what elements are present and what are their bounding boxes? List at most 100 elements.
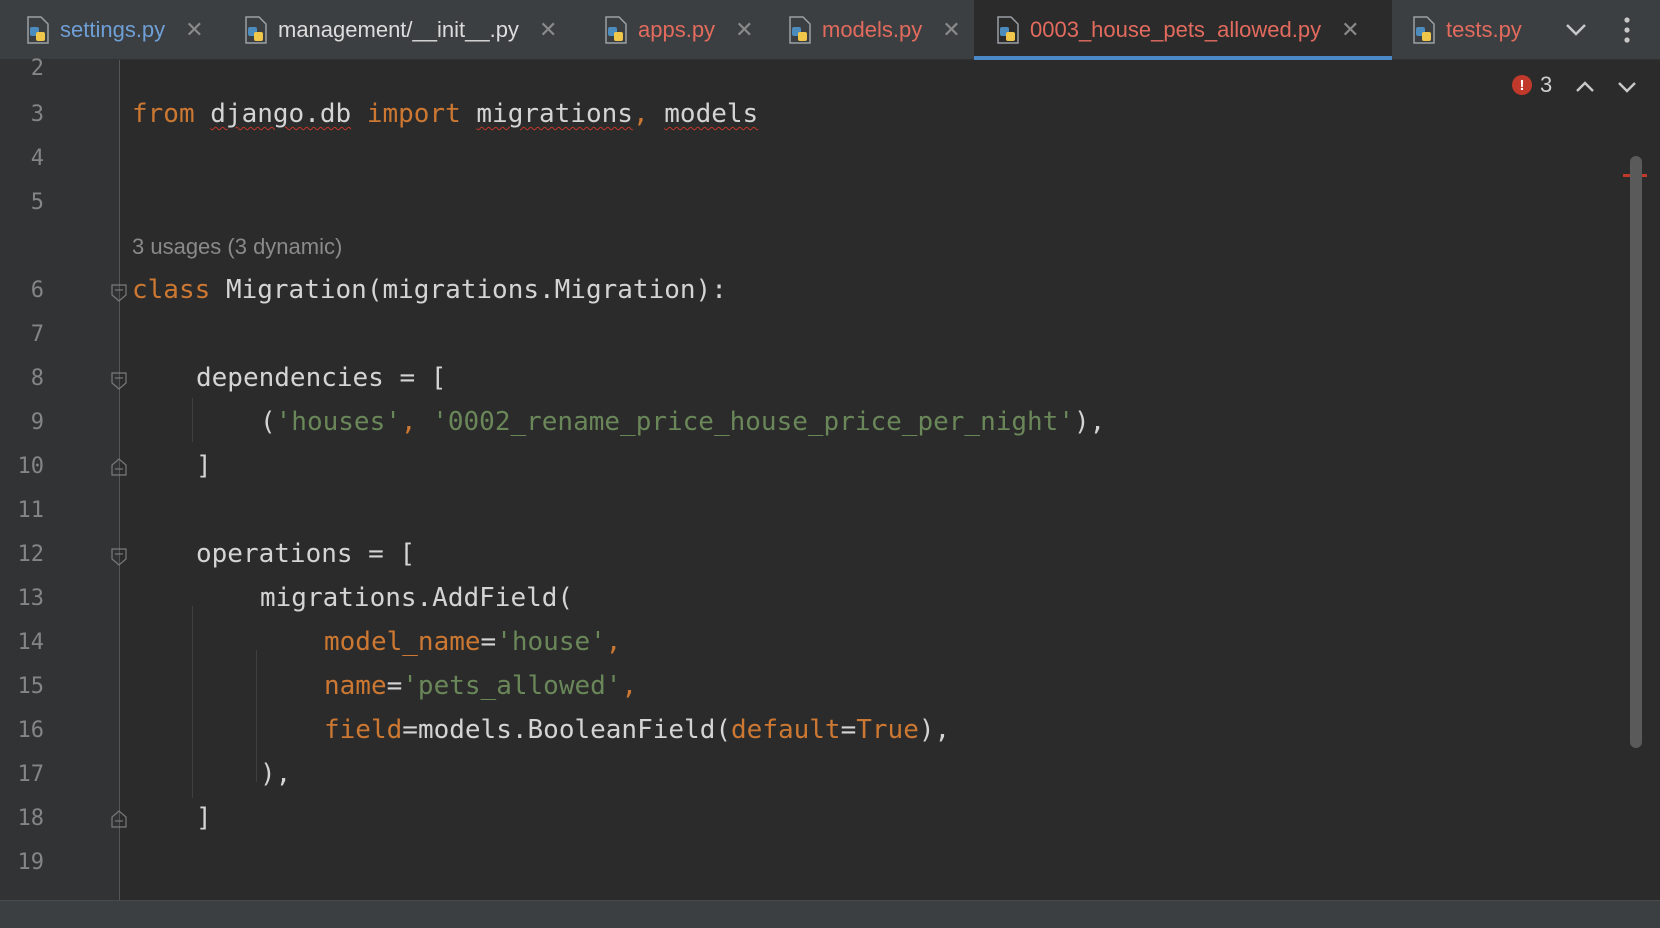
python-file-icon bbox=[997, 16, 1019, 44]
keyword: class bbox=[132, 275, 211, 305]
line-number: 14 bbox=[17, 630, 45, 655]
close-icon[interactable]: ✕ bbox=[185, 17, 203, 43]
tab-settings-py[interactable]: settings.py ✕ bbox=[24, 0, 204, 60]
code-line-8: dependencies = [ bbox=[196, 363, 447, 393]
line-number: 9 bbox=[30, 410, 44, 435]
code-line-9: ('houses', '0002_rename_price_house_pric… bbox=[260, 406, 1105, 438]
show-hidden-tabs-button[interactable] bbox=[1556, 0, 1596, 60]
chevron-down-icon bbox=[1566, 24, 1586, 36]
keyword: from bbox=[132, 99, 195, 129]
tab-label: 0003_house_pets_allowed.py bbox=[1030, 17, 1322, 42]
more-options-button[interactable] bbox=[1612, 0, 1642, 60]
tab-label: models.py bbox=[822, 17, 923, 42]
python-file-icon bbox=[605, 16, 627, 44]
line-number: 19 bbox=[17, 850, 45, 875]
code-line-14: model_name='house', bbox=[324, 626, 621, 658]
line-number: 13 bbox=[17, 586, 45, 611]
code-editor[interactable]: 2 3 4 5 6 7 8 9 10 11 12 13 14 15 16 17 … bbox=[0, 56, 1660, 900]
line-number: 7 bbox=[30, 322, 44, 347]
operator: = bbox=[386, 671, 403, 701]
line-number: 12 bbox=[17, 542, 45, 567]
indent-guide bbox=[192, 398, 193, 442]
fold-end-marker-icon[interactable] bbox=[111, 458, 127, 476]
line-number: 15 bbox=[17, 674, 45, 699]
code-line-18: ] bbox=[196, 803, 212, 833]
keyword-argument: field bbox=[324, 715, 403, 745]
string-literal: '0002_rename_price_house_price_per_night… bbox=[432, 407, 1074, 437]
punctuation: ), bbox=[1074, 407, 1106, 437]
line-number: 6 bbox=[30, 278, 44, 303]
punctuation: , bbox=[605, 627, 622, 657]
code-line-6: class Migration(migrations.Migration): bbox=[132, 274, 727, 306]
tab-tests-py[interactable]: tests.py bbox=[1410, 0, 1522, 60]
python-file-icon bbox=[789, 16, 811, 44]
usage-inlay-hint[interactable]: 3 usages (3 dynamic) bbox=[132, 234, 342, 260]
vertical-scrollbar[interactable] bbox=[1630, 156, 1642, 748]
close-icon[interactable]: ✕ bbox=[735, 17, 753, 43]
punctuation: ), bbox=[918, 715, 951, 745]
code-line-16: field=models.BooleanField(default=True), bbox=[324, 714, 950, 746]
tab-0003-house-pets-allowed-py[interactable]: 0003_house_pets_allowed.py ✕ bbox=[974, 0, 1392, 60]
string-literal: 'house' bbox=[496, 627, 606, 657]
operator: = bbox=[402, 715, 418, 745]
tab-label: tests.py bbox=[1446, 17, 1522, 42]
code-line-10: ] bbox=[196, 451, 212, 481]
imported-name: migrations bbox=[476, 99, 633, 129]
module-name: django.db bbox=[210, 99, 352, 129]
close-icon[interactable]: ✕ bbox=[539, 17, 557, 43]
line-number: 18 bbox=[17, 806, 45, 831]
line-number: 3 bbox=[30, 102, 44, 127]
boolean-literal: True bbox=[856, 715, 919, 745]
tab-label: management/__init__.py bbox=[278, 17, 519, 42]
tab-label: apps.py bbox=[638, 17, 716, 42]
line-number: 8 bbox=[30, 366, 44, 391]
code-line-3: from django.db import migrations, models bbox=[132, 98, 758, 130]
function-call: models.BooleanField( bbox=[417, 715, 732, 745]
fold-end-marker-icon[interactable] bbox=[111, 810, 127, 828]
tab-management-init-py[interactable]: management/__init__.py ✕ bbox=[242, 0, 557, 60]
chevron-down-icon[interactable] bbox=[1614, 74, 1640, 100]
punctuation: , bbox=[400, 407, 433, 437]
string-literal: 'pets_allowed' bbox=[402, 671, 622, 701]
code-line-12: operations = [ bbox=[196, 539, 416, 569]
tab-models-py[interactable]: models.py ✕ bbox=[786, 0, 961, 60]
indent-guide bbox=[256, 650, 257, 782]
code-line-15: name='pets_allowed', bbox=[324, 670, 637, 702]
punctuation: ( bbox=[260, 407, 276, 437]
code-line-17: ), bbox=[260, 759, 292, 789]
close-icon[interactable]: ✕ bbox=[1341, 17, 1359, 43]
tab-apps-py[interactable]: apps.py ✕ bbox=[602, 0, 754, 60]
inspections-widget[interactable]: ! 3 bbox=[1512, 72, 1552, 98]
indent-guide bbox=[192, 606, 193, 798]
editor-tab-bar: settings.py ✕ management/__init__.py ✕ a… bbox=[0, 0, 1660, 60]
tab-label: settings.py bbox=[60, 17, 166, 42]
class-declaration: Migration(migrations.Migration): bbox=[225, 275, 727, 305]
fold-marker-icon[interactable] bbox=[111, 284, 127, 302]
error-icon: ! bbox=[1512, 75, 1532, 95]
close-icon[interactable]: ✕ bbox=[942, 17, 960, 43]
punctuation: , bbox=[621, 671, 638, 701]
imported-name: models bbox=[664, 99, 759, 129]
error-count: 3 bbox=[1540, 72, 1553, 97]
fold-marker-icon[interactable] bbox=[111, 548, 127, 566]
line-number: 2 bbox=[30, 56, 44, 81]
operator: = bbox=[480, 627, 497, 657]
line-gutter: 2 3 4 5 6 7 8 9 10 11 12 13 14 15 16 17 … bbox=[0, 56, 127, 900]
punctuation: , bbox=[632, 99, 649, 129]
keyword-argument: default bbox=[731, 715, 841, 745]
operator: = bbox=[840, 715, 857, 745]
fold-marker-icon[interactable] bbox=[111, 372, 127, 390]
line-number: 11 bbox=[17, 498, 45, 523]
chevron-up-icon[interactable] bbox=[1572, 74, 1598, 100]
keyword-argument: name bbox=[324, 671, 387, 701]
python-file-icon bbox=[1413, 16, 1435, 44]
line-number: 5 bbox=[30, 190, 44, 215]
string-literal: 'houses' bbox=[275, 407, 401, 437]
keyword-argument: model_name bbox=[324, 627, 481, 657]
more-vertical-icon bbox=[1624, 17, 1630, 43]
horizontal-scrollbar-track[interactable] bbox=[0, 900, 1660, 928]
line-number: 4 bbox=[30, 146, 44, 171]
python-file-icon bbox=[245, 16, 267, 44]
line-number: 10 bbox=[17, 454, 45, 479]
code-line-13: migrations.AddField( bbox=[260, 583, 574, 613]
